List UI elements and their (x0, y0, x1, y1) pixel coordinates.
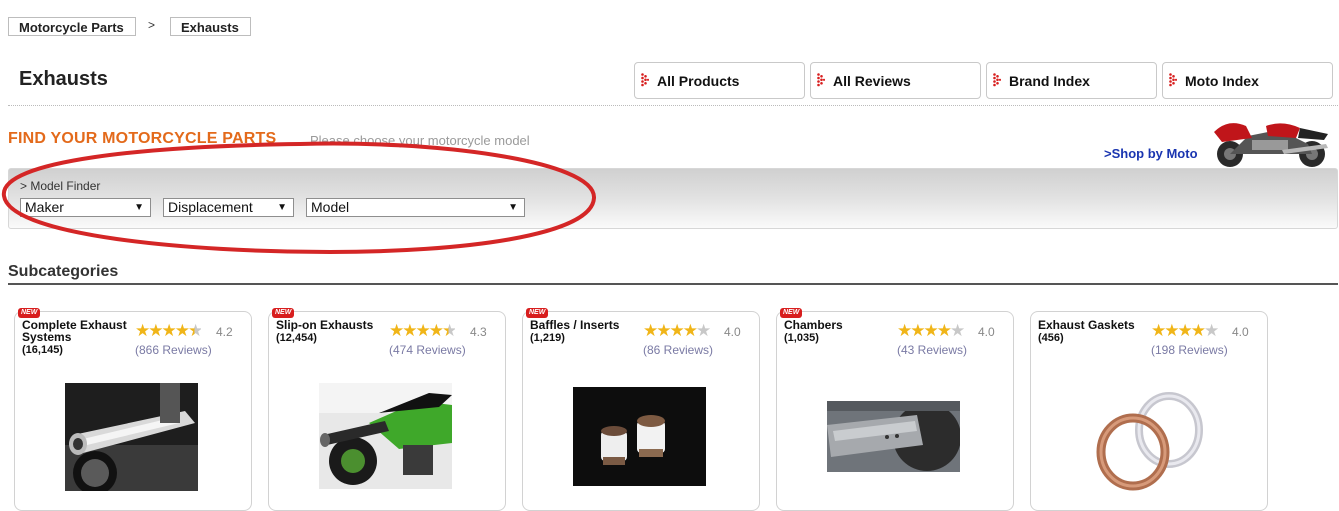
rating-stars: ★★★★★ (897, 321, 965, 340)
motorcycle-image (1208, 114, 1334, 168)
model-select[interactable]: Model ▼ (306, 198, 525, 217)
all-products-button[interactable]: All Products (634, 62, 805, 99)
displacement-select[interactable]: Displacement ▼ (163, 198, 294, 217)
brand-index-label: Brand Index (1009, 73, 1090, 89)
subcategory-card-baffles-inserts[interactable]: NEW Baffles / Inserts (1,219) ★★★★★ 4.0 … (522, 308, 760, 511)
reviews-link[interactable]: (866 Reviews) (135, 343, 212, 357)
subcategory-count: (1,219) (530, 332, 565, 344)
breadcrumb-separator: > (148, 18, 156, 32)
moto-index-label: Moto Index (1185, 73, 1259, 89)
rating-value: 4.2 (216, 325, 233, 339)
subcategory-count: (12,454) (276, 332, 317, 344)
subcategory-count: (16,145) (22, 344, 63, 356)
subcategory-card-complete-exhaust[interactable]: NEW Complete Exhaust Systems (16,145) ★★… (14, 308, 252, 511)
finder-title: FIND YOUR MOTORCYCLE PARTS (8, 130, 277, 147)
all-products-label: All Products (657, 73, 740, 89)
all-reviews-button[interactable]: All Reviews (810, 62, 981, 99)
subcategory-card-exhaust-gaskets[interactable]: Exhaust Gaskets (456) ★★★★★ 4.0 (198 Rev… (1030, 311, 1268, 511)
subcategories-divider (8, 283, 1338, 285)
maker-select[interactable]: Maker ▼ (20, 198, 151, 217)
new-badge: NEW (780, 308, 803, 318)
slip-on-exhaust-image (319, 383, 452, 489)
reviews-link[interactable]: (198 Reviews) (1151, 343, 1228, 357)
maker-select-value: Maker (25, 199, 64, 215)
model-select-value: Model (311, 199, 350, 215)
reviews-link[interactable]: (86 Reviews) (643, 343, 713, 357)
dots-arrow-icon (993, 73, 1001, 87)
shop-by-moto-link[interactable]: >Shop by Moto (1104, 146, 1198, 161)
subcategory-name[interactable]: Baffles / Inserts (530, 318, 619, 332)
dropdown-arrow-icon: ▼ (508, 202, 518, 213)
subcategory-count: (1,035) (784, 332, 819, 344)
header-divider (8, 105, 1338, 106)
displacement-select-value: Displacement (168, 199, 253, 215)
finder-subtitle: Please choose your motorcycle model (310, 133, 530, 148)
rating-value: 4.0 (978, 325, 995, 339)
subcategory-name[interactable]: Slip-on Exhausts (276, 318, 373, 332)
exhaust-system-image (65, 383, 198, 491)
subcategory-card-chambers[interactable]: NEW Chambers (1,035) ★★★★★ 4.0 (43 Revie… (776, 308, 1014, 511)
new-badge: NEW (18, 308, 41, 318)
reviews-link[interactable]: (474 Reviews) (389, 343, 466, 357)
new-badge: NEW (272, 308, 295, 318)
rating-stars: ★★★★★ (135, 321, 203, 340)
subcategory-name[interactable]: Complete Exhaust Systems (22, 318, 127, 344)
rating-stars: ★★★★★ (389, 321, 457, 340)
all-reviews-label: All Reviews (833, 73, 911, 89)
brand-index-button[interactable]: Brand Index (986, 62, 1157, 99)
subcategory-name[interactable]: Chambers (784, 318, 843, 332)
page-title: Exhausts (19, 68, 108, 90)
new-badge: NEW (526, 308, 549, 318)
rating-stars: ★★★★★ (643, 321, 711, 340)
subcategories-title: Subcategories (8, 263, 119, 280)
rating-value: 4.3 (470, 325, 487, 339)
dots-arrow-icon (817, 73, 825, 87)
subcategory-count: (456) (1038, 332, 1064, 344)
exhaust-gasket-image (1081, 376, 1214, 501)
model-finder-label: > Model Finder (20, 179, 101, 193)
subcategory-name[interactable]: Exhaust Gaskets (1038, 318, 1135, 332)
rating-value: 4.0 (1232, 325, 1249, 339)
rating-value: 4.0 (724, 325, 741, 339)
dropdown-arrow-icon: ▼ (134, 202, 144, 213)
subcategory-card-slip-on-exhausts[interactable]: NEW Slip-on Exhausts (12,454) ★★★★★ 4.3 … (268, 308, 506, 511)
moto-index-button[interactable]: Moto Index (1162, 62, 1333, 99)
rating-stars: ★★★★★ (1151, 321, 1219, 340)
chamber-image (827, 401, 960, 472)
baffle-insert-image (573, 387, 706, 486)
dots-arrow-icon (641, 73, 649, 87)
breadcrumb-motorcycle-parts[interactable]: Motorcycle Parts (8, 17, 136, 36)
dropdown-arrow-icon: ▼ (277, 202, 287, 213)
dots-arrow-icon (1169, 73, 1177, 87)
breadcrumb-exhausts[interactable]: Exhausts (170, 17, 251, 36)
reviews-link[interactable]: (43 Reviews) (897, 343, 967, 357)
